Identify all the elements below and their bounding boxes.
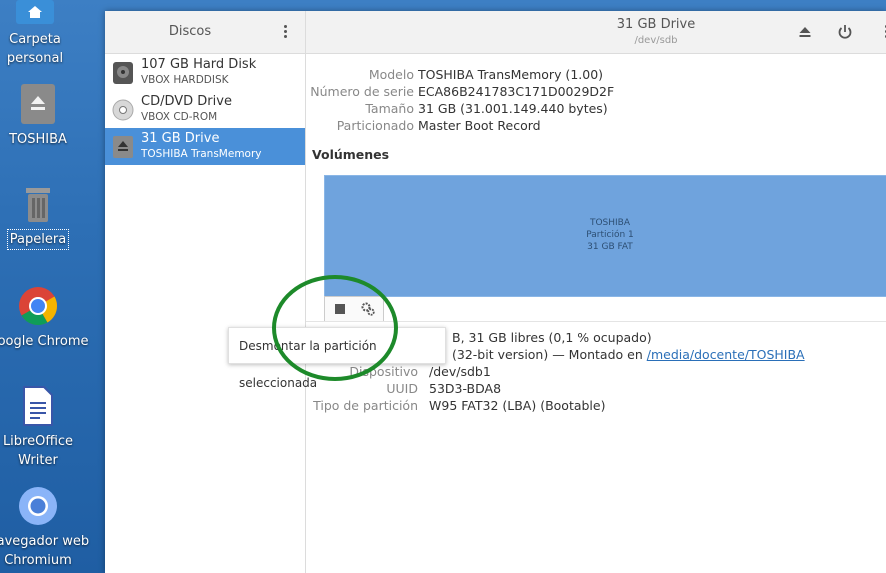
drive-details-panel: 31 GB Drive /dev/sdb Modelo TOSHIBA Tran… — [306, 11, 886, 573]
hard-disk-icon — [112, 61, 134, 85]
partition-type-value: W95 FAT32 (LBA) (Bootable) — [429, 398, 606, 413]
sidebar-header: Discos — [105, 11, 305, 54]
power-off-button[interactable] — [836, 23, 854, 41]
desktop-icon-writer[interactable]: LibreOffice Writer — [0, 386, 91, 470]
content-text: (32-bit version) — Montado en — [452, 347, 643, 362]
drive-name: 107 GB Hard Disk — [141, 57, 257, 72]
partitioning-label: Particionado — [336, 118, 414, 133]
drive-menu-icon[interactable] — [878, 23, 886, 43]
volume-content-value: (32-bit version) — Montado en /media/doc… — [452, 347, 805, 362]
size-label: Tamaño — [365, 101, 414, 116]
desktop-icon-chrome[interactable]: Google Chrome — [0, 286, 91, 351]
power-icon — [838, 25, 852, 39]
device-value: /dev/sdb1 — [429, 364, 491, 379]
usb-drive-icon — [112, 135, 134, 159]
mount-point-link[interactable]: /media/docente/TOSHIBA — [647, 347, 805, 362]
serial-value: ECA86B241783C171D0029D2F — [418, 84, 615, 99]
chrome-icon — [18, 286, 58, 326]
volume-size-value: B, 31 GB libres (0,1 % ocupado) — [452, 330, 652, 345]
desktop-icon-label: Navegador web Chromium — [0, 534, 90, 568]
desktop-icon-home[interactable]: Carpeta personal — [0, 0, 88, 68]
drive-name: CD/DVD Drive — [141, 94, 232, 109]
partition-name: TOSHIBA — [589, 218, 631, 228]
desktop-icon-label: Carpeta personal — [6, 32, 64, 66]
desktop-icon-label: Google Chrome — [0, 334, 89, 349]
optical-drive-icon — [112, 98, 134, 122]
drive-subtitle: VBOX CD-ROM — [141, 111, 218, 123]
highlight-annotation-circle — [272, 275, 398, 381]
model-value: TOSHIBA TransMemory (1.00) — [418, 67, 604, 82]
uuid-label: UUID — [386, 381, 418, 396]
drive-name: 31 GB Drive — [141, 131, 220, 146]
desktop-icon-toshiba[interactable]: TOSHIBA — [0, 84, 91, 149]
desktop-icon-label: LibreOffice Writer — [2, 434, 74, 468]
serial-label: Número de serie — [310, 84, 414, 99]
drive-item-hard-disk[interactable]: 107 GB Hard Disk VBOX HARDDISK — [105, 54, 305, 91]
size-value: 31 GB (31.001.149.440 bytes) — [418, 101, 608, 116]
eject-button[interactable] — [796, 23, 814, 41]
drive-subtitle: TOSHIBA TransMemory — [141, 148, 262, 160]
app-menu-icon[interactable] — [277, 23, 293, 43]
sidebar-title: Discos — [168, 24, 212, 39]
drive-item-cd-dvd[interactable]: CD/DVD Drive VBOX CD-ROM — [105, 91, 305, 128]
desktop-icon-label: TOSHIBA — [9, 132, 67, 147]
partition-type-label: Tipo de partición — [313, 398, 418, 413]
desktop-icon-label: Papelera — [6, 229, 70, 250]
uuid-value: 53D3-BDA8 — [429, 381, 502, 396]
desktop-icon-chromium[interactable]: Navegador web Chromium — [0, 486, 91, 570]
main-header: 31 GB Drive /dev/sdb — [306, 11, 886, 54]
volumes-heading: Volúmenes — [312, 147, 390, 162]
eject-icon — [799, 27, 811, 37]
partition-fs: 31 GB FAT — [587, 242, 633, 252]
chromium-icon — [18, 486, 58, 526]
trash-icon — [21, 184, 55, 224]
partition-number: Partición 1 — [586, 230, 634, 240]
home-icon — [16, 0, 54, 24]
eject-drive-icon — [21, 84, 55, 124]
partitioning-value: Master Boot Record — [418, 118, 541, 133]
drive-subtitle: VBOX HARDDISK — [141, 74, 229, 86]
desktop-icon-trash[interactable]: Papelera — [0, 184, 91, 250]
writer-icon — [22, 386, 54, 426]
model-label: Modelo — [368, 67, 414, 82]
partition-block[interactable]: TOSHIBA Partición 1 31 GB FAT — [324, 175, 886, 297]
disks-window: Discos 107 GB Hard Disk VBOX HARDDISK CD… — [105, 11, 886, 573]
drive-item-usb[interactable]: 31 GB Drive TOSHIBA TransMemory — [105, 128, 305, 165]
sidebar: Discos 107 GB Hard Disk VBOX HARDDISK CD… — [105, 11, 306, 573]
